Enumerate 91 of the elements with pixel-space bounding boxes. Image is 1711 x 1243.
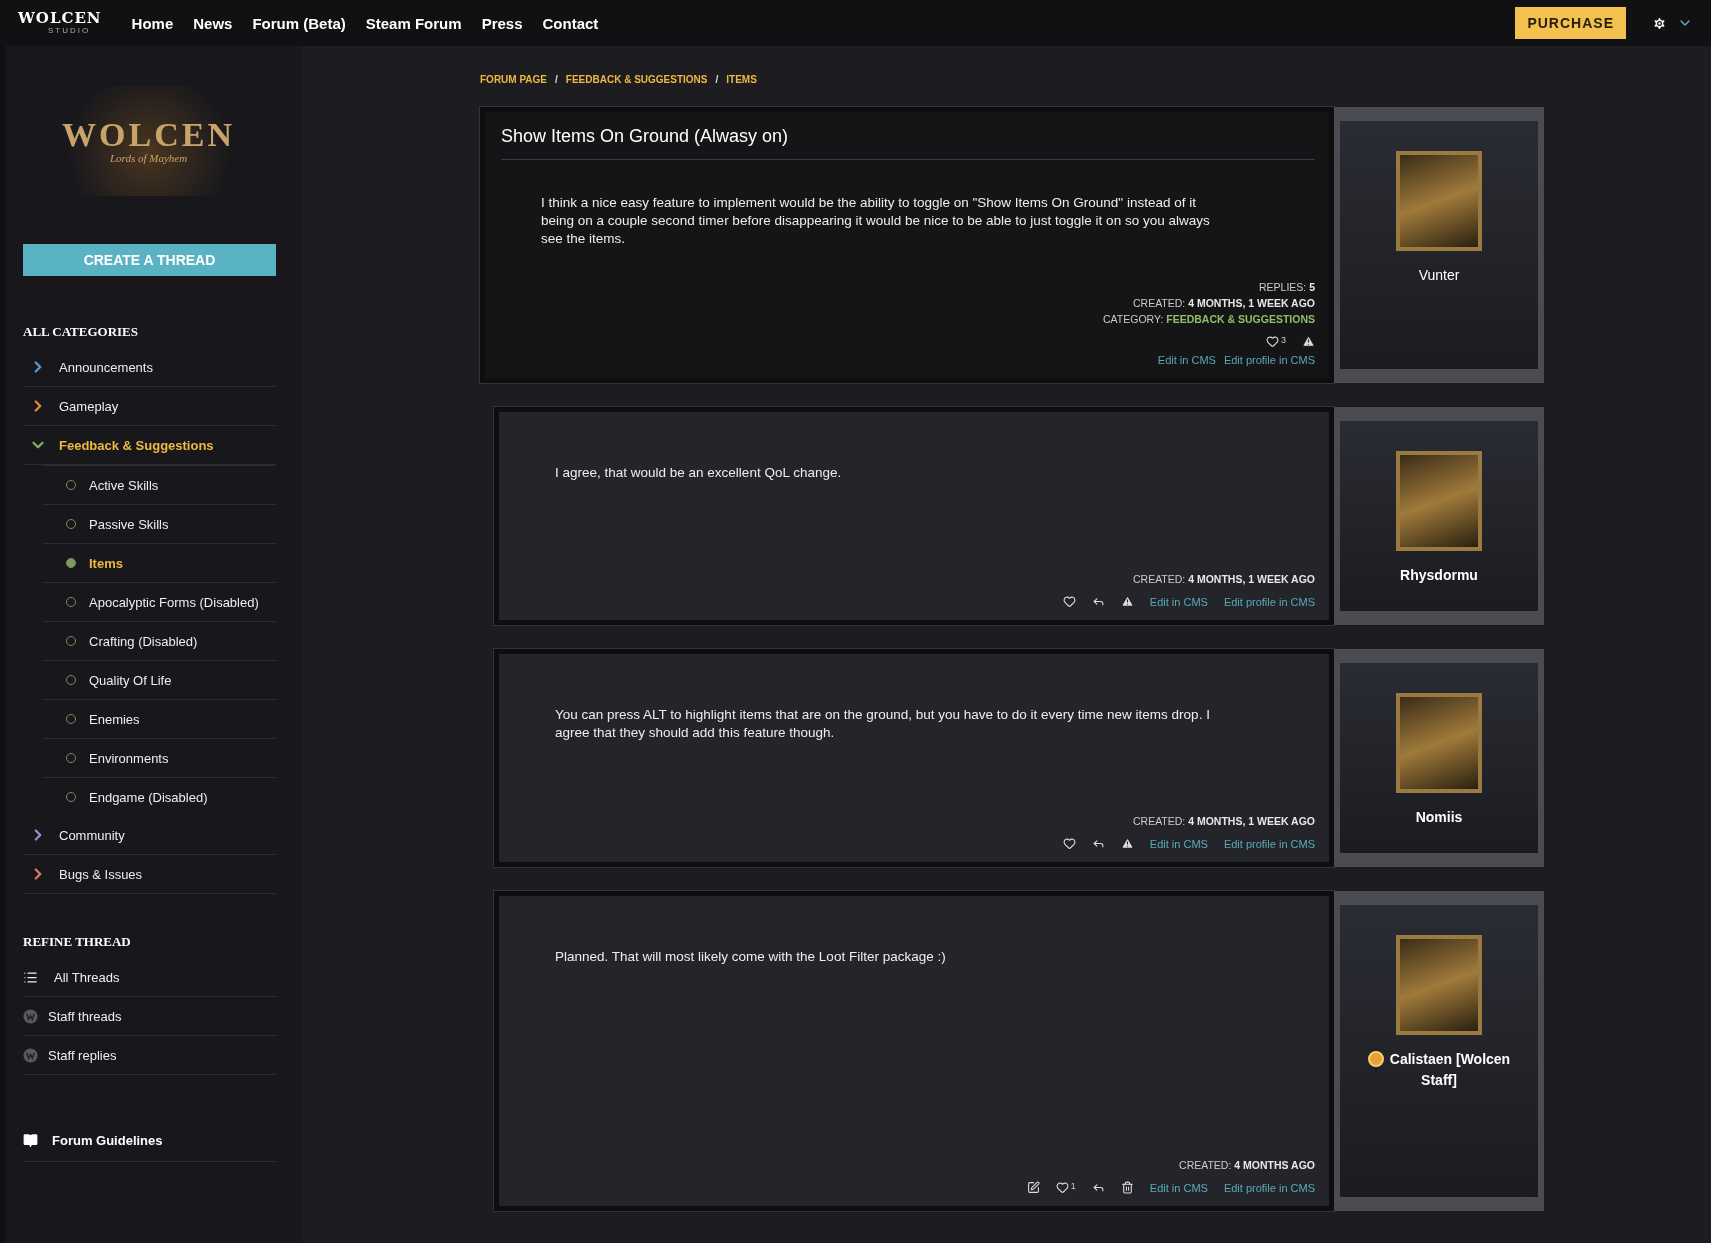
subcategory-label: Crafting (Disabled) — [89, 633, 198, 649]
reply-button[interactable] — [1091, 595, 1105, 608]
refine-item[interactable]: Staff replies — [23, 1036, 276, 1075]
created-date: CREATED: 4 MONTHS, 1 WEEK AGO — [1132, 815, 1315, 827]
forum-guidelines-link[interactable]: Forum Guidelines — [23, 1120, 276, 1162]
nav-link[interactable]: News — [193, 14, 233, 32]
post-text: You can press ALT to highlight items that are on the ground, but you have to do it every time new items drop. I agree that they should add this feature though. — [554, 706, 1211, 742]
staff-badge-icon — [23, 1047, 38, 1063]
cms-link[interactable]: Edit profile in CMS — [1223, 354, 1315, 366]
staff-badge-icon — [23, 1008, 38, 1024]
created-date: CREATED: 4 MONTHS AGO — [1179, 1159, 1315, 1171]
nav-link[interactable]: Steam Forum — [365, 14, 462, 32]
subcategory-label: Endgame (Disabled) — [89, 789, 208, 805]
breadcrumb-link[interactable]: ITEMS — [726, 74, 757, 85]
subcategory-item[interactable]: Apocalyptic Forms (Disabled) — [43, 582, 276, 621]
category-item[interactable]: Feedback & Suggestions — [23, 426, 276, 465]
category-item[interactable]: Gameplay — [23, 387, 276, 426]
reply-button[interactable] — [1091, 1181, 1105, 1194]
created-date: CREATED: 4 MONTHS, 1 WEEK AGO — [1132, 297, 1315, 309]
subcategory-label: Apocalyptic Forms (Disabled) — [89, 594, 259, 610]
subcategory-item[interactable]: Quality Of Life — [43, 660, 276, 699]
nav-link[interactable]: Forum (Beta) — [252, 14, 346, 32]
like-button[interactable] — [1062, 595, 1076, 608]
post-text: I agree, that would be an excellent QoL change. — [554, 464, 843, 482]
subcategory-item[interactable]: Endgame (Disabled) — [43, 777, 276, 816]
cms-link[interactable]: Edit in CMS — [1149, 1181, 1208, 1194]
category-label: Community — [59, 827, 125, 843]
like-button[interactable] — [1062, 837, 1076, 850]
category-label: Feedback & Suggestions — [59, 437, 214, 453]
author-name[interactable]: Vunter — [1402, 265, 1476, 286]
cms-link[interactable]: Edit profile in CMS — [1223, 837, 1315, 850]
list-icon — [23, 969, 38, 985]
category-item[interactable]: Bugs & Issues — [23, 855, 276, 894]
nav-link[interactable]: Contact — [542, 14, 599, 32]
subcategory-label: Active Skills — [89, 477, 159, 493]
refine-item[interactable]: Staff threads — [23, 997, 276, 1036]
breadcrumb-link[interactable]: FEEDBACK & SUGGESTIONS — [565, 74, 708, 85]
breadcrumb-separator: / — [555, 74, 558, 85]
refine-label: All Threads — [54, 969, 120, 985]
staff-badge-icon — [1367, 1051, 1384, 1067]
subcategory-item[interactable]: Passive Skills — [43, 504, 276, 543]
created-date: CREATED: 4 MONTHS, 1 WEEK AGO — [1132, 573, 1315, 585]
subcategory-label: Items — [89, 555, 123, 571]
nav-link[interactable]: Home — [131, 14, 174, 32]
author-name[interactable]: Calistaen [Wolcen Staff] — [1340, 1049, 1538, 1091]
delete-button[interactable] — [1120, 1181, 1134, 1194]
nav-link[interactable]: Press — [481, 14, 523, 32]
book-icon — [23, 1133, 38, 1148]
radio-dot-icon — [66, 558, 76, 568]
subcategory-label: Enemies — [89, 711, 140, 727]
post-text: I think a nice easy feature to implement would be the ability to toggle on "Show Items On Ground" instead of it being on a couple second timer before disappearing it would be nice to be able to just toggle it on so you always see the items. — [540, 194, 1211, 248]
subcategory-item[interactable]: Environments — [43, 738, 276, 777]
settings-icon[interactable] — [1652, 15, 1667, 31]
breadcrumb-separator: / — [715, 74, 719, 85]
category-item[interactable]: Announcements — [23, 348, 276, 387]
subcategory-item[interactable]: Active Skills — [43, 465, 276, 504]
category-item[interactable]: Community — [23, 816, 276, 855]
cms-link[interactable]: Edit in CMS — [1157, 354, 1216, 366]
refine-item[interactable]: All Threads — [23, 958, 276, 997]
post-text: Planned. That will most likely come with the Loot Filter package :) — [554, 948, 947, 966]
category-label: Announcements — [59, 359, 153, 375]
cms-link[interactable]: Edit in CMS — [1149, 595, 1208, 608]
breadcrumb-link[interactable]: FORUM PAGE — [480, 74, 548, 85]
report-button[interactable] — [1120, 595, 1134, 608]
subcategory-item[interactable]: Enemies — [43, 699, 276, 738]
refine-label: Staff replies — [48, 1047, 117, 1063]
subcategory-item[interactable]: Items — [43, 543, 276, 582]
edit-button[interactable] — [1026, 1181, 1040, 1194]
subcategory-label: Environments — [89, 750, 169, 766]
report-button[interactable] — [1302, 335, 1315, 348]
subcategory-label: Quality Of Life — [89, 672, 172, 688]
thread-title: Show Items On Ground (Alwasy on) — [501, 126, 1315, 160]
author-name[interactable]: Nomiis — [1399, 807, 1479, 828]
cms-link[interactable]: Edit profile in CMS — [1223, 1181, 1315, 1194]
replies-count: REPLIES: 5 — [1258, 281, 1315, 293]
refine-label: Staff threads — [48, 1008, 122, 1024]
category-label: Gameplay — [59, 398, 119, 414]
cms-link[interactable]: Edit in CMS — [1149, 837, 1208, 850]
author-name[interactable]: Rhysdormu — [1384, 565, 1494, 586]
wolcen-logo[interactable]: WOLCEN STUDIO — [18, 11, 102, 35]
reply-button[interactable] — [1091, 837, 1105, 850]
section-heading: REFINE THREAD — [23, 934, 132, 950]
subcategory-label: Passive Skills — [89, 516, 169, 532]
subcategory-item[interactable]: Crafting (Disabled) — [43, 621, 276, 660]
cms-link[interactable]: Edit profile in CMS — [1223, 595, 1315, 608]
guidelines-label: Forum Guidelines — [52, 1133, 163, 1148]
section-heading: ALL CATEGORIES — [23, 324, 139, 340]
report-button[interactable] — [1120, 837, 1134, 850]
category-line: CATEGORY: FEEDBACK & SUGGESTIONS — [1103, 313, 1315, 325]
category-label: Bugs & Issues — [59, 866, 143, 882]
purchase-button[interactable]: PURCHASE — [1515, 7, 1626, 39]
